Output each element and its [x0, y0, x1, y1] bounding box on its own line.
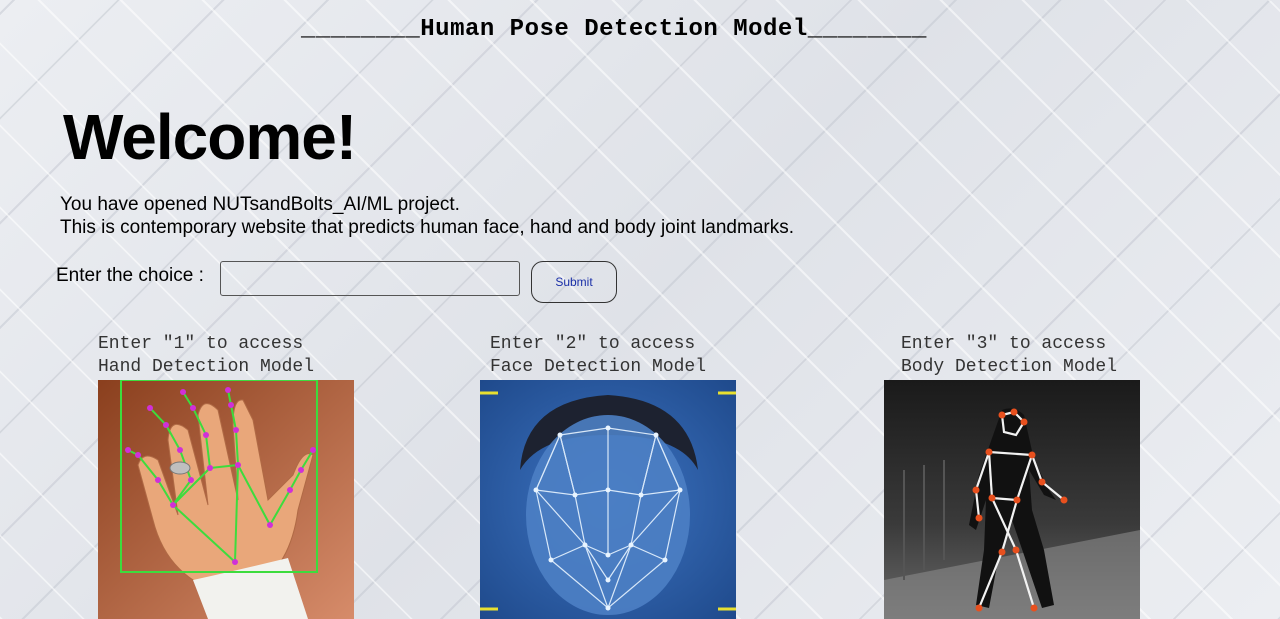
face-model-card: Enter "2" to access Face Detection Model [480, 333, 746, 619]
welcome-heading: Welcome! [63, 101, 357, 173]
face-card-caption-line-1: Enter "2" to access [490, 334, 696, 354]
hand-model-card: Enter "1" to access Hand Detection Model [98, 333, 354, 619]
body-model-card: Enter "3" to access Body Detection Model [884, 333, 1157, 619]
site-title: ________Human Pose Detection Model______… [301, 16, 927, 43]
face-card-caption-line-2: Face Detection Model [490, 357, 707, 377]
body-pose-image [884, 380, 1140, 619]
intro-line-1: You have opened NUTsandBolts_AI/ML proje… [60, 194, 460, 215]
intro-text: You have opened NUTsandBolts_AI/ML proje… [60, 193, 794, 239]
hand-card-caption-line-1: Enter "1" to access [98, 334, 304, 354]
body-card-caption-line-1: Enter "3" to access [901, 334, 1107, 354]
hand-landmarks-image [98, 380, 354, 619]
submit-button[interactable]: Submit [531, 261, 617, 303]
intro-line-2: This is contemporary website that predic… [60, 217, 794, 238]
hand-card-caption-line-2: Hand Detection Model [98, 357, 315, 377]
body-card-caption-line-2: Body Detection Model [901, 357, 1118, 377]
choice-label: Enter the choice : [56, 265, 204, 286]
choice-input[interactable] [220, 261, 520, 296]
face-mesh-image [480, 380, 736, 619]
